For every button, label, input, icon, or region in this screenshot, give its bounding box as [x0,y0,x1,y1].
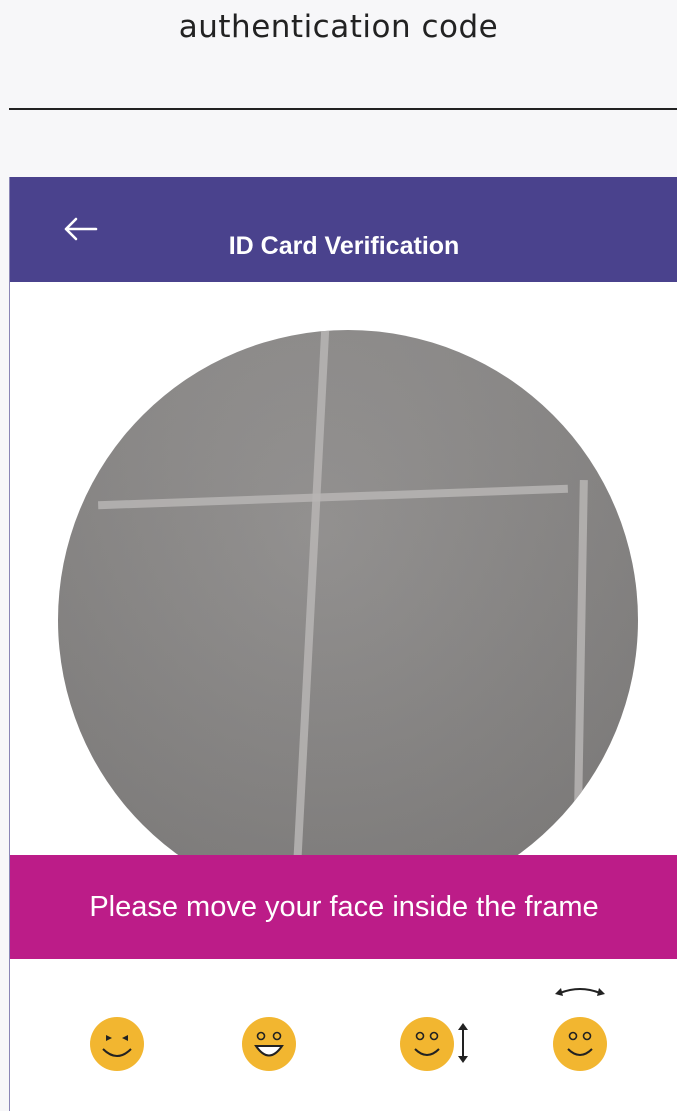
page-title: ID Card Verification [228,232,460,260]
ceiling-seam [572,479,588,910]
action-turn-head[interactable] [543,987,633,1111]
ceiling-seam [290,330,330,910]
action-blink[interactable] [85,987,175,1111]
action-nod[interactable] [393,987,483,1111]
instruction-banner: Please move your face inside the frame [10,855,677,959]
action-open-mouth[interactable] [232,987,322,1111]
liveness-actions [10,987,677,1111]
phone-screen: ID Card Verification Please move your fa… [9,177,677,1111]
instruction-text: Please move your face inside the frame [89,890,599,923]
caption-title: authentication code [178,9,499,45]
divider-line [9,108,677,110]
camera-preview [58,330,638,910]
back-button[interactable] [50,213,110,249]
ceiling-seam [98,484,568,510]
arrow-left-icon [62,217,98,246]
screenshot-page: authentication code ID Card Verification… [0,0,677,1111]
app-bar: ID Card Verification [10,177,677,282]
